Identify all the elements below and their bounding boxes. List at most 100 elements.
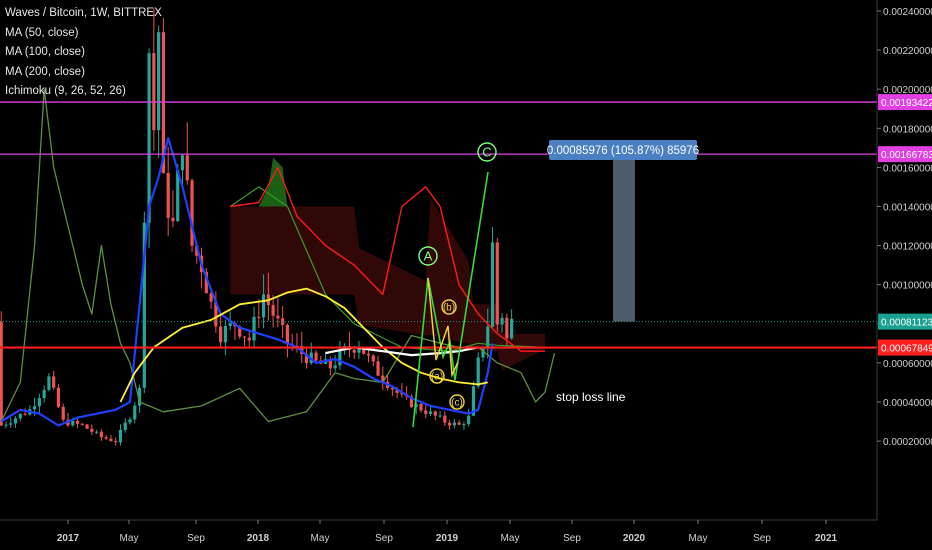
candle-body: [166, 173, 170, 218]
candle-body: [276, 315, 280, 319]
wave-label-sub-a: (a): [431, 372, 443, 383]
candle-body: [462, 424, 466, 426]
x-tick-label: Sep: [187, 533, 205, 544]
wave-label-sub-c: (c): [451, 398, 463, 409]
candle-body: [118, 429, 123, 443]
candle-body: [123, 422, 127, 430]
candle-body: [33, 406, 37, 410]
candle-body: [338, 350, 342, 366]
candle-body: [452, 422, 456, 426]
x-tick-label: 2018: [247, 533, 270, 544]
candle-body: [448, 422, 452, 426]
candle-body: [13, 418, 18, 424]
candle-body: [61, 406, 65, 420]
candle-body: [190, 180, 194, 246]
price-badge-label: 0.00067849: [881, 344, 932, 355]
wave-label-a: A: [424, 249, 433, 264]
candle-body: [0, 321, 3, 426]
candle-body: [42, 389, 46, 399]
candle-body: [185, 155, 189, 181]
y-tick-label: 0.00120000: [883, 242, 932, 253]
symbol-title: Waves / Bitcoin, 1W, BITTREX: [5, 7, 162, 19]
measure-label-text: 0.00085976 (105.87%) 85976: [547, 145, 699, 157]
candle-body: [23, 413, 27, 415]
x-tick-label: 2017: [57, 533, 80, 544]
y-tick-label: 0.00160000: [883, 163, 932, 174]
candle-body: [80, 423, 84, 425]
stop-loss-label: stop loss line: [556, 390, 626, 404]
candle-body: [242, 336, 247, 338]
candle-body: [128, 419, 132, 423]
x-tick-label: 2020: [623, 533, 646, 544]
y-tick-label: 0.00100000: [883, 281, 932, 292]
candle-body: [247, 337, 251, 341]
candle-body: [500, 317, 504, 325]
candle-body: [438, 415, 442, 417]
candle-body: [85, 424, 89, 429]
candle-body: [424, 410, 428, 414]
x-tick-label: 2019: [436, 533, 459, 544]
price-badge-label: 0.00166783: [881, 150, 932, 161]
price-badge-label: 0.00081123: [881, 318, 932, 329]
candle-body: [261, 294, 266, 318]
candle-body: [333, 365, 337, 369]
chart-legend: Waves / Bitcoin, 1W, BITTREX MA (50, clo…: [5, 4, 162, 102]
x-tick-label: May: [311, 533, 330, 544]
candle-body: [257, 316, 261, 318]
candle-body: [90, 428, 94, 432]
candle-body: [75, 420, 80, 424]
y-tick-label: 0.00140000: [883, 203, 932, 214]
price-badge-label: 0.00193422: [881, 98, 932, 109]
candle-body: [314, 352, 318, 361]
y-tick-label: 0.00040000: [883, 398, 932, 409]
candle-body: [505, 317, 509, 339]
x-tick-label: May: [501, 533, 520, 544]
candle-body: [376, 361, 380, 376]
candle-body: [223, 326, 228, 343]
candle-body: [56, 387, 61, 407]
candle-body: [47, 376, 51, 390]
indicator-ma-100: MA (100, close): [5, 46, 85, 58]
indicator-ma-50: MA (50, close): [5, 26, 79, 39]
measure-range-box: [613, 154, 635, 322]
candle-body: [37, 398, 41, 407]
candle-body: [252, 316, 256, 341]
y-tick-label: 0.00240000: [883, 7, 932, 18]
candle-body: [99, 431, 103, 438]
indicator-ma-200: MA (200, close): [5, 65, 85, 78]
candle-body: [433, 411, 437, 416]
candle-body: [171, 217, 175, 222]
candle-body: [285, 324, 290, 345]
indicator-ichimoku: Ichimoku (9, 26, 52, 26): [5, 85, 126, 97]
x-tick-label: May: [689, 533, 708, 544]
candle-body: [71, 420, 75, 426]
candle-body: [490, 242, 495, 327]
candle-body: [4, 424, 8, 426]
candle-body: [443, 415, 447, 423]
y-tick-label: 0.00220000: [883, 46, 932, 57]
y-tick-label: 0.00020000: [883, 437, 932, 448]
candle-body: [271, 305, 275, 316]
candle-body: [9, 423, 13, 425]
candle-body: [352, 349, 356, 353]
candle-body: [104, 437, 108, 439]
candle-body: [180, 155, 185, 171]
candle-body: [457, 422, 461, 425]
candle-body: [52, 376, 56, 388]
x-tick-label: 2021: [815, 533, 838, 544]
candle-body: [228, 323, 232, 327]
x-tick-label: Sep: [753, 533, 771, 544]
candle-body: [428, 411, 433, 414]
x-tick-label: Sep: [375, 533, 393, 544]
candle-body: [219, 326, 223, 343]
candle-body: [495, 242, 499, 325]
candle-body: [371, 355, 375, 362]
candle-body: [366, 353, 371, 356]
wave-label-c: C: [482, 145, 491, 160]
y-tick-label: 0.00060000: [883, 359, 932, 370]
candle-body: [95, 431, 99, 433]
candle-body: [467, 415, 471, 425]
candle-body: [109, 438, 113, 442]
candle-body: [114, 441, 118, 443]
candle-body: [476, 357, 480, 387]
